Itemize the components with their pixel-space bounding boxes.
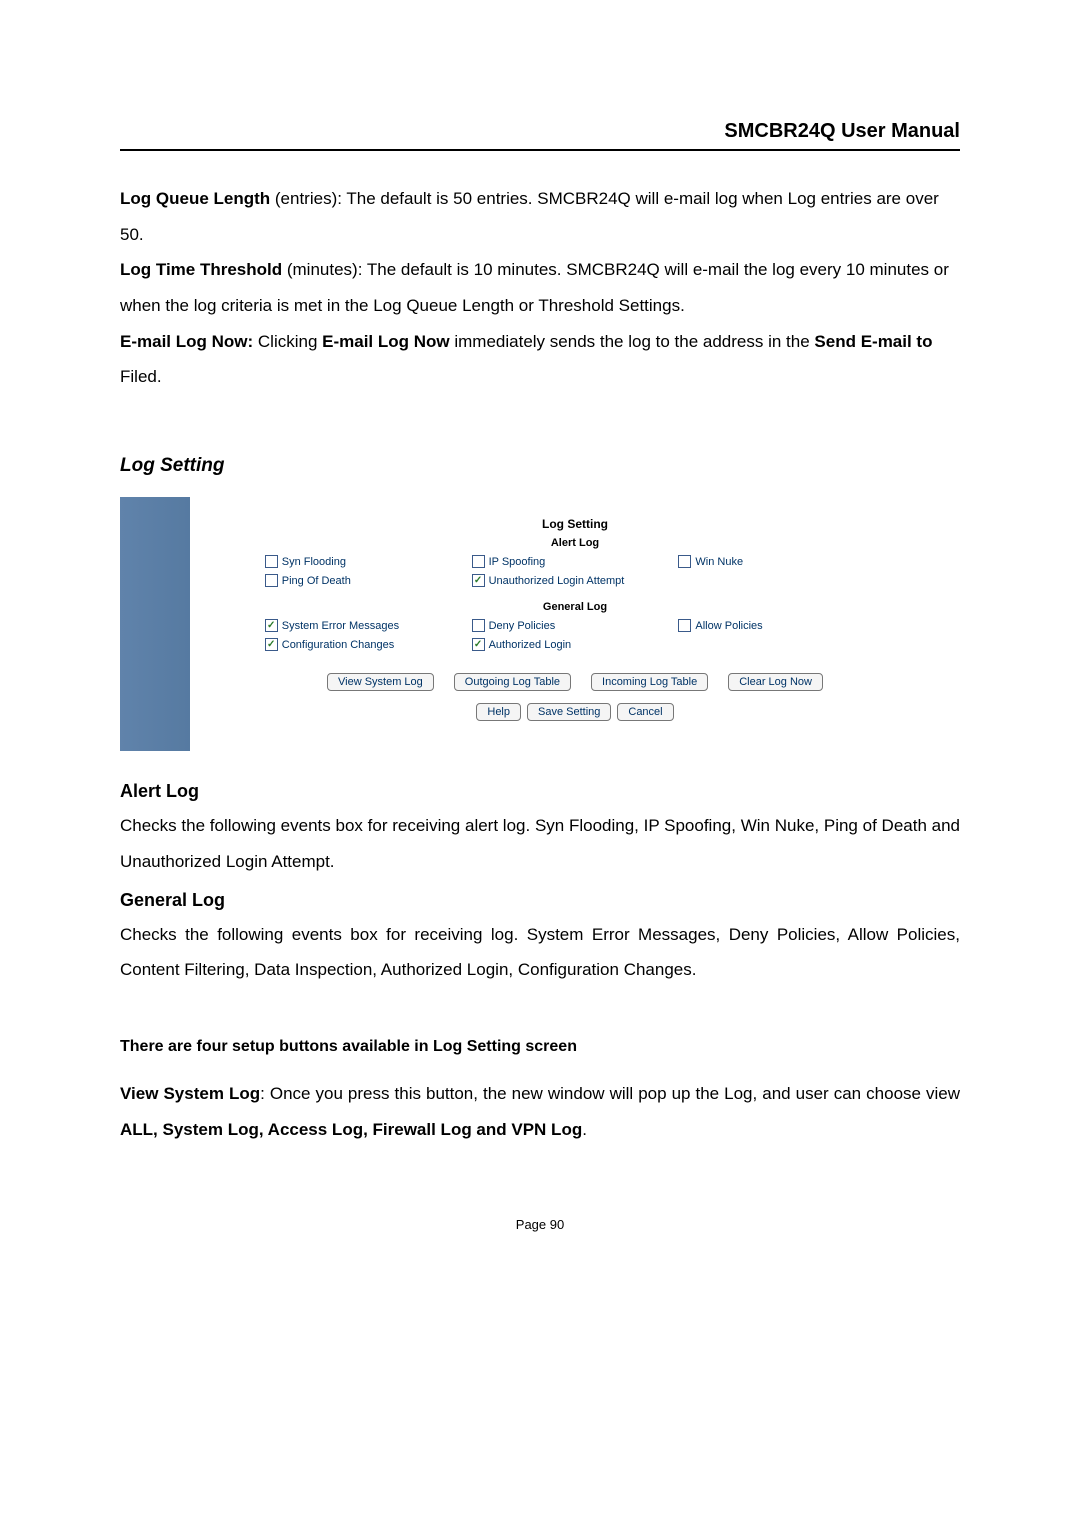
general-log-grid: System Error Messages Deny Policies Allo… bbox=[265, 619, 886, 651]
checkbox-allow-policies[interactable]: Allow Policies bbox=[678, 619, 885, 632]
page-header: SMCBR24Q User Manual bbox=[120, 120, 960, 151]
alert-log-grid: Syn Flooding IP Spoofing Win Nuke Ping O… bbox=[265, 555, 886, 587]
term-send-to: Send E-mail to bbox=[814, 332, 932, 351]
checkbox-label: Unauthorized Login Attempt bbox=[489, 575, 625, 587]
term-log-time: Log Time Threshold bbox=[120, 260, 282, 279]
general-log-paragraph: Checks the following events box for rece… bbox=[120, 917, 960, 988]
section-heading-log-setting: Log Setting bbox=[120, 455, 960, 477]
outgoing-log-table-button[interactable]: Outgoing Log Table bbox=[454, 673, 571, 691]
alert-log-paragraph: Checks the following events box for rece… bbox=[120, 808, 960, 879]
checkbox-syn-flooding[interactable]: Syn Flooding bbox=[265, 555, 472, 568]
checkbox-label: Ping Of Death bbox=[282, 575, 351, 587]
panel-title: Log Setting bbox=[210, 517, 940, 531]
document-page: SMCBR24Q User Manual Log Queue Length (e… bbox=[0, 0, 1080, 1292]
alert-log-heading: Alert Log bbox=[120, 781, 960, 802]
page-footer: Page 90 bbox=[120, 1217, 960, 1232]
checkbox-ip-spoofing[interactable]: IP Spoofing bbox=[472, 555, 679, 568]
view-system-log-paragraph: View System Log: Once you press this but… bbox=[120, 1076, 960, 1147]
term-email-now: E-mail Log Now: bbox=[120, 332, 253, 351]
checkbox-deny-policies[interactable]: Deny Policies bbox=[472, 619, 679, 632]
checkbox-icon bbox=[472, 619, 485, 632]
checkbox-label: Allow Policies bbox=[695, 620, 762, 632]
checkbox-label: Authorized Login bbox=[489, 639, 572, 651]
text: immediately sends the log to the address… bbox=[450, 332, 815, 351]
checkbox-authorized-login[interactable]: Authorized Login bbox=[472, 638, 679, 651]
checkbox-system-error[interactable]: System Error Messages bbox=[265, 619, 472, 632]
text: . bbox=[582, 1120, 587, 1139]
alert-log-heading: Alert Log bbox=[210, 537, 940, 549]
cancel-button[interactable]: Cancel bbox=[617, 703, 673, 721]
checkbox-icon bbox=[265, 638, 278, 651]
checkbox-label: Syn Flooding bbox=[282, 556, 346, 568]
log-setting-screenshot: Log Setting Alert Log Syn Flooding IP Sp… bbox=[120, 497, 960, 751]
checkbox-ping-of-death[interactable]: Ping Of Death bbox=[265, 574, 472, 587]
save-setting-button[interactable]: Save Setting bbox=[527, 703, 611, 721]
text: Filed. bbox=[120, 367, 162, 386]
general-log-heading: General Log bbox=[210, 601, 940, 613]
screenshot-panel: Log Setting Alert Log Syn Flooding IP Sp… bbox=[190, 497, 960, 751]
checkbox-label: System Error Messages bbox=[282, 620, 399, 632]
setup-buttons-heading: There are four setup buttons available i… bbox=[120, 1038, 960, 1056]
checkbox-label: Win Nuke bbox=[695, 556, 743, 568]
term-log-queue: Log Queue Length bbox=[120, 189, 270, 208]
view-system-log-button[interactable]: View System Log bbox=[327, 673, 434, 691]
term-log-types: ALL, System Log, Access Log, Firewall Lo… bbox=[120, 1120, 582, 1139]
text: : Once you press this button, the new wi… bbox=[260, 1084, 960, 1103]
paragraph-email-now: E-mail Log Now: Clicking E-mail Log Now … bbox=[120, 324, 960, 395]
checkbox-label: Deny Policies bbox=[489, 620, 556, 632]
checkbox-icon bbox=[265, 619, 278, 632]
log-buttons-row: View System Log Outgoing Log Table Incom… bbox=[210, 673, 940, 691]
checkbox-icon bbox=[472, 555, 485, 568]
help-button[interactable]: Help bbox=[476, 703, 521, 721]
checkbox-config-changes[interactable]: Configuration Changes bbox=[265, 638, 472, 651]
text: Clicking bbox=[253, 332, 322, 351]
checkbox-win-nuke[interactable]: Win Nuke bbox=[678, 555, 885, 568]
screenshot-sidebar bbox=[120, 497, 190, 751]
action-buttons-row: Help Save Setting Cancel bbox=[210, 703, 940, 721]
term-view-system-log: View System Log bbox=[120, 1084, 260, 1103]
checkbox-unauthorized-login[interactable]: Unauthorized Login Attempt bbox=[472, 574, 679, 587]
checkbox-icon bbox=[265, 555, 278, 568]
checkbox-label: IP Spoofing bbox=[489, 556, 546, 568]
checkbox-icon bbox=[472, 574, 485, 587]
paragraph-log-time: Log Time Threshold (minutes): The defaul… bbox=[120, 252, 960, 323]
checkbox-icon bbox=[472, 638, 485, 651]
checkbox-icon bbox=[678, 619, 691, 632]
paragraph-log-queue: Log Queue Length (entries): The default … bbox=[120, 181, 960, 252]
checkbox-label: Configuration Changes bbox=[282, 639, 395, 651]
checkbox-icon bbox=[265, 574, 278, 587]
general-log-heading: General Log bbox=[120, 890, 960, 911]
term-email-now-2: E-mail Log Now bbox=[322, 332, 450, 351]
incoming-log-table-button[interactable]: Incoming Log Table bbox=[591, 673, 708, 691]
checkbox-icon bbox=[678, 555, 691, 568]
clear-log-now-button[interactable]: Clear Log Now bbox=[728, 673, 823, 691]
